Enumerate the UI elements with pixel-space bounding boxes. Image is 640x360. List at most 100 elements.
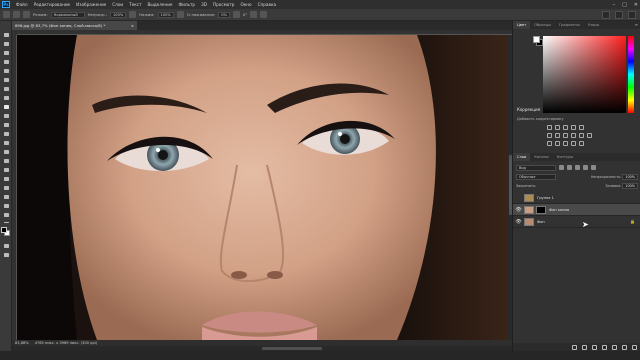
- channel-mixer-icon[interactable]: [579, 133, 584, 138]
- menu-3d[interactable]: 3D: [198, 2, 210, 7]
- more-tools-icon[interactable]: [2, 219, 10, 225]
- dodge-icon[interactable]: [2, 158, 10, 164]
- menu-file[interactable]: Файл: [13, 2, 31, 7]
- menu-view[interactable]: Просмотр: [210, 2, 238, 7]
- opacity-field[interactable]: 100%: [110, 11, 127, 18]
- layer-row-group[interactable]: Группа 1: [513, 192, 640, 204]
- new-layer-icon[interactable]: [622, 344, 627, 350]
- symmetry-icon[interactable]: [260, 11, 268, 18]
- layer-style-icon[interactable]: [582, 344, 587, 350]
- tab-patterns[interactable]: Узоры: [584, 21, 603, 29]
- smart-object-filter-icon[interactable]: [591, 165, 596, 170]
- menu-help[interactable]: Справка: [255, 2, 279, 7]
- hue-saturation-icon[interactable]: [547, 133, 552, 138]
- close-tab-icon[interactable]: ×: [131, 21, 134, 30]
- lasso-icon[interactable]: [2, 50, 10, 56]
- posterize-icon[interactable]: [555, 141, 560, 146]
- add-mask-icon[interactable]: [592, 344, 597, 350]
- healing-icon[interactable]: [2, 95, 10, 101]
- quick-mask-icon[interactable]: [2, 243, 10, 249]
- link-layers-icon[interactable]: [572, 344, 577, 350]
- blend-mode-select[interactable]: Обычные: [516, 173, 556, 180]
- pen-icon[interactable]: [2, 167, 10, 173]
- eyedropper-icon[interactable]: [2, 86, 10, 92]
- pixel-filter-icon[interactable]: [559, 165, 564, 170]
- adjustment-filter-icon[interactable]: [567, 165, 572, 170]
- close-button[interactable]: ✕: [634, 2, 638, 8]
- new-adjustment-icon[interactable]: [602, 344, 607, 350]
- menu-select[interactable]: Выделение: [145, 2, 176, 7]
- layer-kind-select[interactable]: Вид: [516, 164, 556, 171]
- quick-select-icon[interactable]: [2, 59, 10, 65]
- smoothing-options-icon[interactable]: [232, 11, 240, 18]
- tab-layers[interactable]: Слои: [513, 153, 531, 161]
- selective-color-icon[interactable]: [579, 141, 584, 146]
- menu-edit[interactable]: Редактирование: [31, 2, 74, 7]
- layer-row-selected[interactable]: 👁 Фон копия: [513, 204, 640, 216]
- marquee-icon[interactable]: [2, 41, 10, 47]
- blur-icon[interactable]: [2, 149, 10, 155]
- hue-slider[interactable]: [628, 36, 634, 113]
- photo-filter-icon[interactable]: [571, 133, 576, 138]
- layer-fill-field[interactable]: 100%: [622, 182, 638, 189]
- eye-icon[interactable]: 👁: [515, 219, 522, 225]
- black-white-icon[interactable]: [563, 133, 568, 138]
- pressure-field[interactable]: 100%: [157, 11, 174, 18]
- new-group-icon[interactable]: [612, 344, 617, 350]
- color-lookup-icon[interactable]: [587, 133, 592, 138]
- tab-channels[interactable]: Каналы: [530, 153, 552, 161]
- clone-stamp-icon[interactable]: [2, 113, 10, 119]
- layer-mask-thumbnail[interactable]: [536, 205, 546, 214]
- tab-gradients[interactable]: Градиенты: [555, 21, 584, 29]
- levels-icon[interactable]: [555, 125, 560, 130]
- curves-icon[interactable]: [563, 125, 568, 130]
- tab-color[interactable]: Цвет: [513, 21, 531, 29]
- screen-mode-icon[interactable]: [2, 252, 10, 258]
- path-select-icon[interactable]: [2, 185, 10, 191]
- maximize-button[interactable]: □: [622, 2, 627, 8]
- menu-image[interactable]: Изображение: [73, 2, 109, 7]
- menu-layer[interactable]: Слои: [109, 2, 126, 7]
- invert-icon[interactable]: [547, 141, 552, 146]
- exposure-icon[interactable]: [571, 125, 576, 130]
- document-tab[interactable]: 896.jpg @ 83,7% (Фон копия, Слой-маска/8…: [12, 21, 137, 30]
- menu-window[interactable]: Окно: [237, 2, 254, 7]
- share-icon[interactable]: [628, 11, 636, 19]
- color-balance-icon[interactable]: [555, 133, 560, 138]
- vibrance-icon[interactable]: [579, 125, 584, 130]
- gradient-map-icon[interactable]: [571, 141, 576, 146]
- angle-value[interactable]: 0°: [243, 12, 247, 17]
- menu-type[interactable]: Текст: [126, 2, 144, 7]
- shape-filter-icon[interactable]: [583, 165, 588, 170]
- mode-select[interactable]: Нормальный: [50, 11, 85, 18]
- pressure-opacity-icon[interactable]: [129, 11, 137, 18]
- eye-icon[interactable]: 👁: [515, 207, 522, 213]
- type-icon[interactable]: [2, 176, 10, 182]
- hand-icon[interactable]: [2, 203, 10, 209]
- layer-thumbnail[interactable]: [524, 217, 534, 226]
- gradient-icon[interactable]: [2, 140, 10, 146]
- history-brush-icon[interactable]: [2, 122, 10, 128]
- tab-swatches[interactable]: Образцы: [530, 21, 555, 29]
- brush-preset-icon[interactable]: [13, 11, 20, 18]
- zoom-icon[interactable]: [2, 212, 10, 218]
- zoom-level[interactable]: 83,68%: [15, 341, 29, 345]
- type-filter-icon[interactable]: [575, 165, 580, 170]
- workspace-icon[interactable]: [615, 11, 623, 19]
- document-canvas[interactable]: [17, 35, 508, 340]
- search-icon[interactable]: [602, 11, 610, 19]
- photoshop-logo[interactable]: Ps: [2, 1, 10, 8]
- smoothing-field[interactable]: 0%: [218, 11, 230, 18]
- brush-icon[interactable]: [2, 104, 10, 110]
- brightness-icon[interactable]: [547, 125, 552, 130]
- minimize-button[interactable]: –: [613, 2, 616, 8]
- brush-settings-icon[interactable]: [23, 11, 30, 18]
- panel-menu-icon[interactable]: ≡: [635, 21, 638, 29]
- color-field[interactable]: [543, 36, 626, 113]
- tab-paths[interactable]: Контуры: [553, 153, 577, 161]
- horizontal-scroll-thumb[interactable]: [262, 347, 322, 350]
- menu-filter[interactable]: Фильтр: [176, 2, 199, 7]
- threshold-icon[interactable]: [563, 141, 568, 146]
- airbrush-icon[interactable]: [176, 11, 184, 18]
- frame-icon[interactable]: [2, 77, 10, 83]
